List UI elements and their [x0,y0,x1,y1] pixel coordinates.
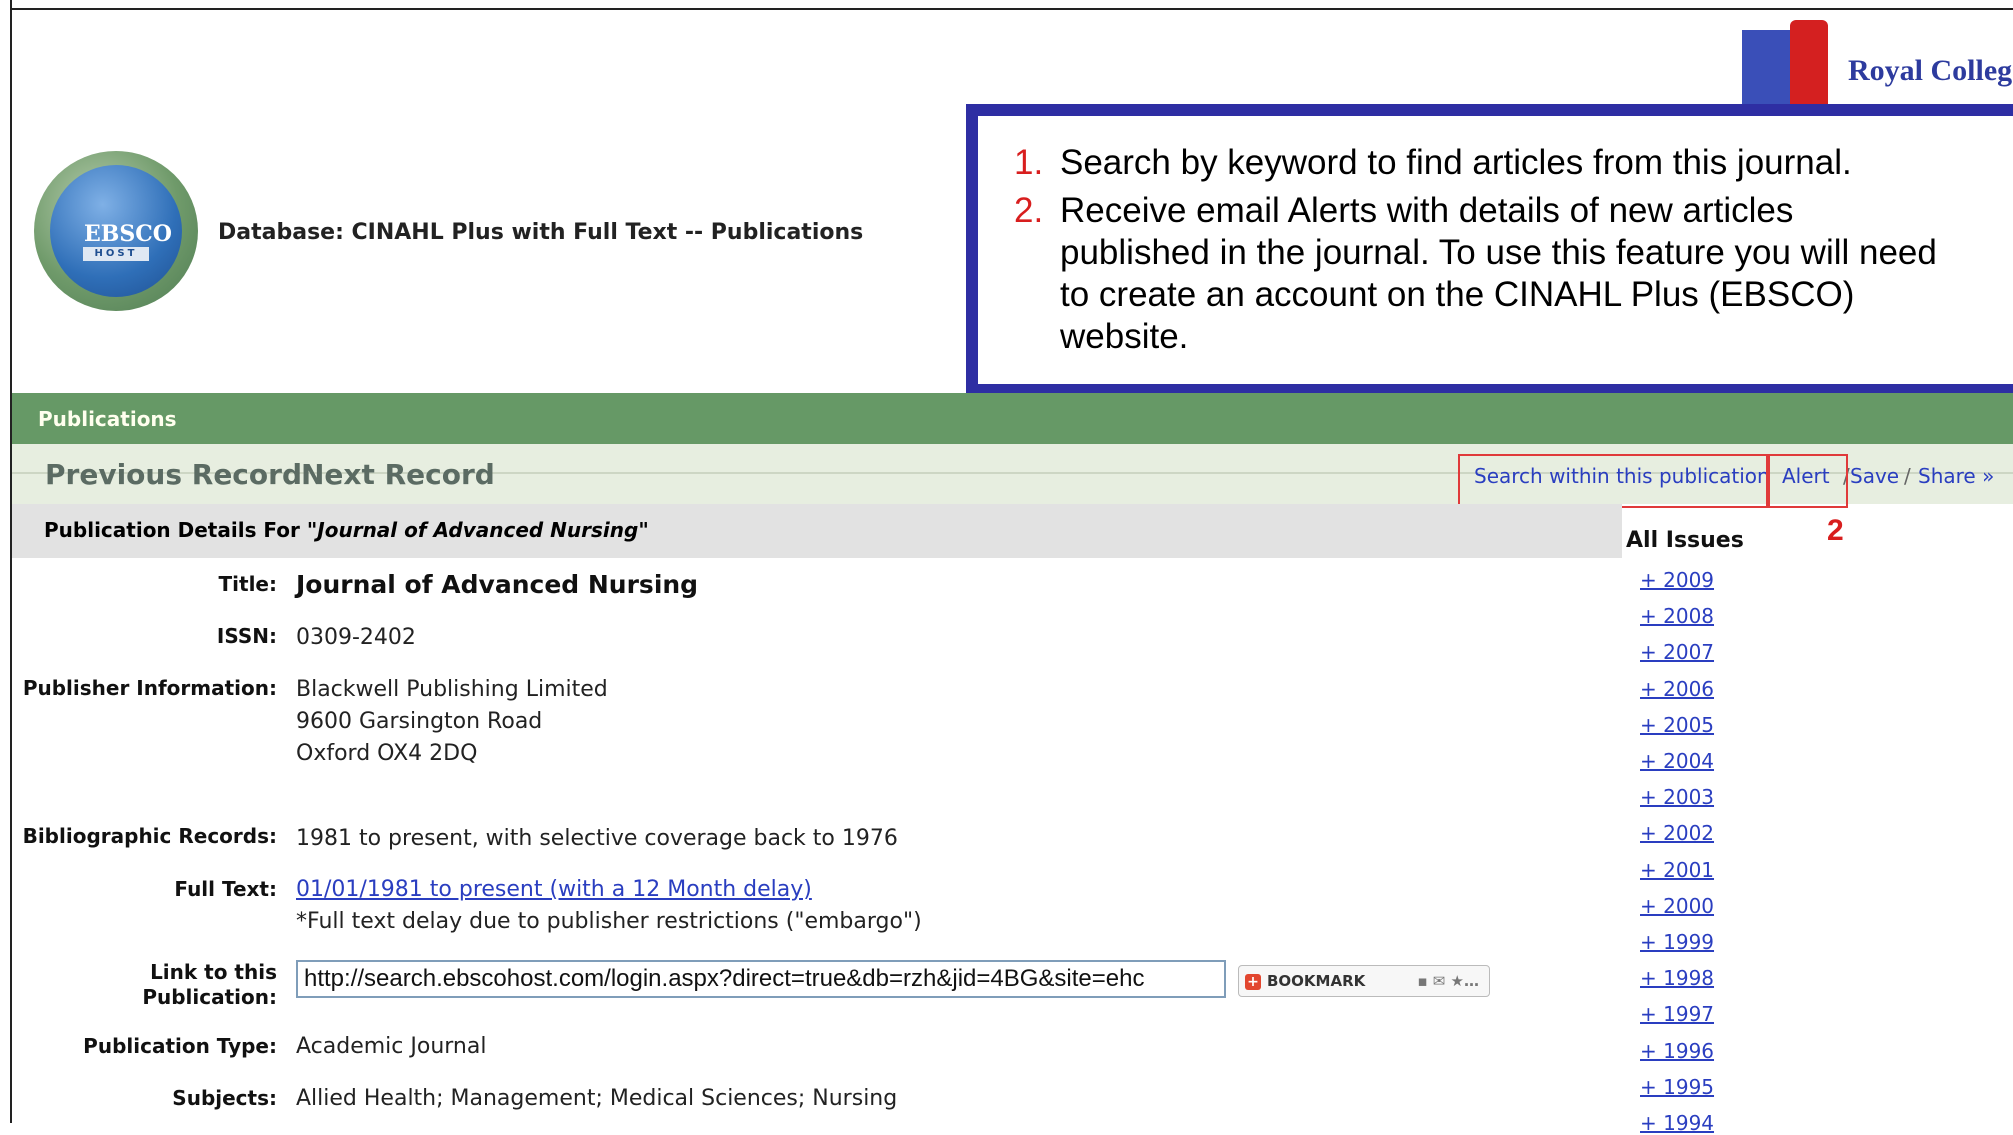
publications-header-bar: Publications [12,393,2013,444]
publisher-line-1: Blackwell Publishing Limited [296,677,608,702]
title-value: Journal of Advanced Nursing [296,570,699,599]
bibliographic-records-label: Bibliographic Records: [22,824,277,848]
subjects-label: Subjects: [172,1086,277,1110]
callout-number: 1. [1014,143,1044,182]
details-journal-name: "Journal of Advanced Nursing" [306,518,649,542]
database-title: Database: CINAHL Plus with Full Text -- … [218,220,864,245]
callout-number: 2. [1014,191,1044,230]
details-heading-text: Publication Details For "Journal of Adva… [44,518,649,542]
link-label-line-1: Link to this [150,960,277,984]
issue-year-link[interactable]: + 1994 [1640,1111,1714,1135]
issue-year-link[interactable]: + 2007 [1640,640,1714,664]
link-label-line-2: Publication: [142,985,277,1009]
issue-year-link[interactable]: + 2005 [1640,713,1714,737]
instruction-callout: 1. Search by keyword to find articles fr… [966,104,2013,396]
ebsco-host-logo[interactable]: EBSCO HOST [34,151,198,311]
issue-year-link[interactable]: + 2003 [1640,785,1714,809]
all-issues-heading: All Issues [1626,528,1744,553]
issue-year-link[interactable]: + 2002 [1640,821,1714,845]
publisher-line-2: 9600 Garsington Road [296,709,543,734]
issue-year-link[interactable]: + 2008 [1640,604,1714,628]
next-record-link[interactable]: Next Record [301,458,495,491]
ebsco-logo-host: HOST [83,247,149,261]
callout-text: Search by keyword to find articles from … [1060,143,1852,182]
bibliographic-records-value: 1981 to present, with selective coverage… [296,826,898,851]
royal-college-logo: Royal College [1742,20,2013,104]
publication-url-field[interactable]: http://search.ebscohost.com/login.aspx?d… [296,960,1226,998]
bookmark-service-icons: ▪ ✉ ★… [1417,972,1479,990]
left-border [10,0,12,1123]
issue-year-link[interactable]: + 2004 [1640,749,1714,773]
bookmark-label: BOOKMARK [1267,972,1366,990]
full-text-label: Full Text: [174,877,277,901]
ebsco-logo-text: EBSCO [84,221,172,247]
publisher-line-3: Oxford OX4 2DQ [296,741,478,766]
publications-label: Publications [38,407,177,431]
full-text-link[interactable]: 01/01/1981 to present (with a 12 Month d… [296,874,812,906]
nav-separator: / [1904,464,1911,488]
bookmark-button[interactable]: + BOOKMARK ▪ ✉ ★… [1238,965,1490,997]
issue-year-link[interactable]: + 1998 [1640,966,1714,990]
issue-year-link[interactable]: + 2001 [1640,858,1714,882]
publisher-label: Publisher Information: [22,676,277,700]
rc-logo-hand-icon [1790,20,1828,104]
search-highlight-box [1458,454,1768,508]
details-heading-prefix: Publication Details For [44,518,300,542]
issn-label: ISSN: [216,624,277,648]
marker-2: 2 [1827,514,1844,547]
link-to-publication-label: Link to this Publication: [12,960,277,1010]
save-link[interactable]: Save [1850,464,1899,488]
issue-year-link[interactable]: + 1996 [1640,1039,1714,1063]
publication-type-value: Academic Journal [296,1034,487,1059]
top-border [10,8,2013,10]
publication-type-label: Publication Type: [83,1034,277,1058]
ebsco-logo-inner: EBSCO HOST [50,165,182,297]
callout-text: Receive email Alerts with details of new… [1060,191,1937,356]
share-link[interactable]: Share » [1918,464,1994,488]
bookmark-plus-icon: + [1245,973,1261,990]
issue-year-link[interactable]: + 2000 [1640,894,1714,918]
issue-year-link[interactable]: + 1999 [1640,930,1714,954]
previous-record-link[interactable]: Previous Record [45,458,302,491]
alert-highlight-box [1768,454,1848,508]
issue-year-link[interactable]: + 1997 [1640,1002,1714,1026]
subjects-value: Allied Health; Management; Medical Scien… [296,1086,898,1111]
title-label: Title: [218,572,277,596]
issue-year-link[interactable]: + 2006 [1640,677,1714,701]
publication-details-heading: Publication Details For "Journal of Adva… [12,504,1622,558]
issn-value: 0309-2402 [296,625,416,650]
issue-year-link[interactable]: + 1995 [1640,1075,1714,1099]
issue-year-link[interactable]: + 2009 [1640,568,1714,592]
rc-logo-text: Royal College [1848,54,2013,87]
full-text-note: *Full text delay due to publisher restri… [296,909,922,934]
